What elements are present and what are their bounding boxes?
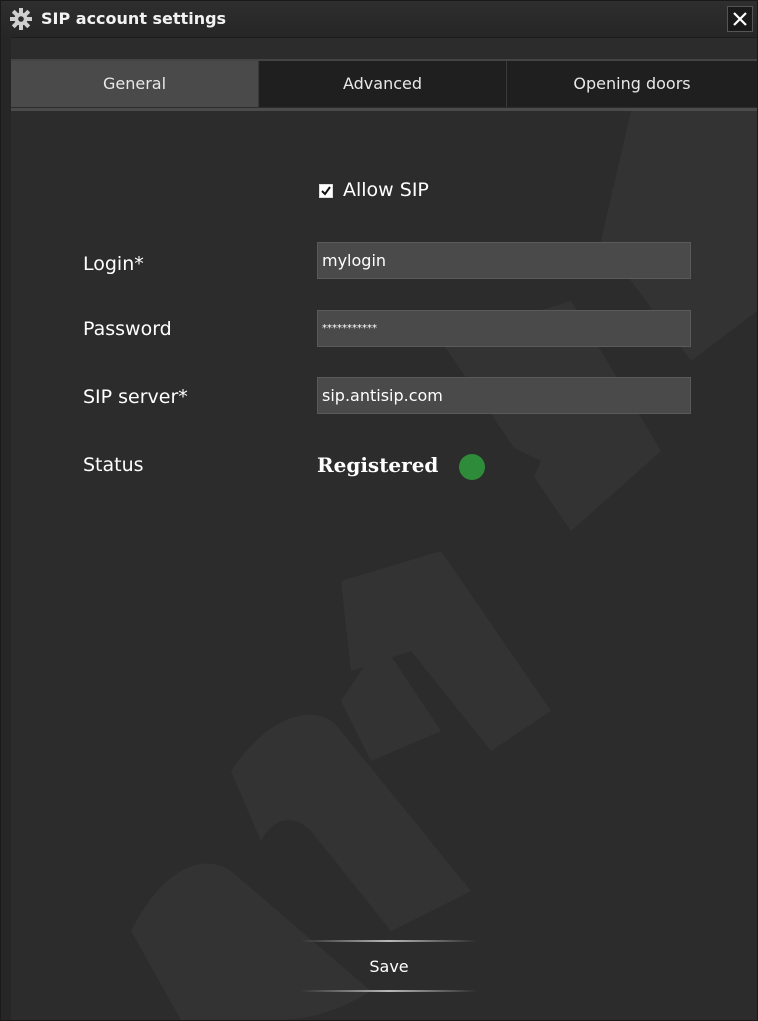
login-label: Login* — [83, 253, 144, 275]
password-input[interactable] — [317, 310, 691, 347]
window-title: SIP account settings — [41, 9, 227, 28]
tab-advanced-label: Advanced — [342, 74, 423, 93]
tab-general-label: General — [102, 74, 167, 93]
general-tab-panel: Allow SIP Login* Password SIP server* St… — [11, 111, 757, 1020]
tab-opening-doors[interactable]: Opening doors — [507, 61, 757, 107]
tab-advanced[interactable]: Advanced — [259, 61, 507, 107]
status-label: Status — [83, 454, 144, 476]
password-label: Password — [83, 318, 172, 340]
tab-bar: General Advanced Opening doors — [11, 61, 757, 109]
sip-server-label: SIP server* — [83, 386, 188, 408]
allow-sip-label: Allow SIP — [343, 179, 429, 201]
status-value: Registered — [317, 453, 439, 477]
left-border — [1, 37, 11, 1020]
sip-server-input[interactable] — [317, 377, 691, 414]
checkmark-icon — [321, 186, 331, 196]
tab-general[interactable]: General — [11, 61, 259, 107]
tab-opening-doors-label: Opening doors — [573, 74, 691, 93]
gear-icon — [10, 8, 32, 30]
save-button-bottom-line — [301, 990, 477, 992]
allow-sip-checkbox[interactable] — [319, 184, 333, 198]
save-button[interactable]: Save — [301, 941, 477, 991]
close-icon — [733, 12, 747, 26]
status-indicator — [459, 454, 485, 480]
close-button[interactable] — [727, 6, 753, 32]
login-input[interactable] — [317, 242, 691, 279]
sip-settings-window: SIP account settings General Advanced Op… — [0, 0, 758, 1021]
title-bar[interactable]: SIP account settings — [1, 1, 757, 38]
